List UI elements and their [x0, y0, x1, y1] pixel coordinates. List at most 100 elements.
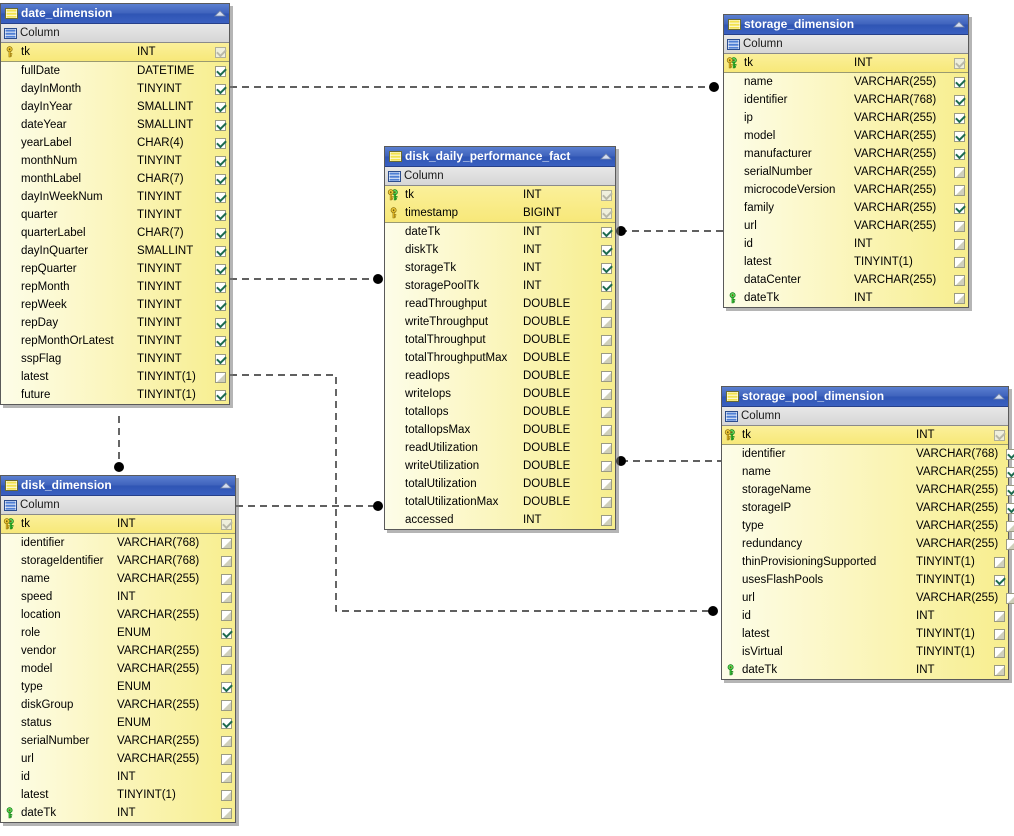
column-row[interactable]: speed INT	[1, 588, 235, 606]
column-row[interactable]: quarterLabel CHAR(7)	[1, 224, 229, 242]
column-checkbox-url[interactable]	[217, 753, 235, 765]
column-row[interactable]: totalUtilizationMax DOUBLE	[385, 493, 615, 511]
column-row[interactable]: url VARCHAR(255)	[724, 217, 968, 235]
column-row[interactable]: quarter TINYINT	[1, 206, 229, 224]
column-checkbox-type[interactable]	[217, 681, 235, 693]
column-row[interactable]: identifier VARCHAR(768)	[1, 534, 235, 552]
table-storage_pool_dimension[interactable]: storage_pool_dimension Column tk INT identif…	[721, 386, 1014, 680]
column-checkbox-diskGroup[interactable]	[217, 699, 235, 711]
column-checkbox-quarterLabel[interactable]	[211, 227, 229, 239]
column-row[interactable]: diskTk INT	[385, 241, 615, 259]
column-row[interactable]: serialNumber VARCHAR(255)	[724, 163, 968, 181]
column-checkbox-repWeek[interactable]	[211, 299, 229, 311]
pk-row[interactable]: tk INT	[385, 186, 615, 204]
column-row[interactable]: thinProvisioningSupported TINYINT(1)	[722, 553, 1008, 571]
column-checkbox-dateTk[interactable]	[217, 807, 235, 819]
column-checkbox-yearLabel[interactable]	[211, 137, 229, 149]
column-row[interactable]: repWeek TINYINT	[1, 296, 229, 314]
collapse-chevron-icon[interactable]	[952, 19, 966, 30]
column-checkbox-tk[interactable]	[990, 429, 1008, 441]
column-checkbox-model[interactable]	[950, 130, 968, 142]
column-checkbox-tk[interactable]	[950, 57, 968, 69]
column-row[interactable]: dataCenter VARCHAR(255)	[724, 271, 968, 289]
column-checkbox-speed[interactable]	[217, 591, 235, 603]
table-date_dimension[interactable]: date_dimension Column tk INT fullDate DATETIM…	[0, 3, 230, 405]
column-checkbox-url[interactable]	[950, 220, 968, 232]
column-checkbox-identifier[interactable]	[1002, 448, 1014, 460]
column-row[interactable]: repMonthOrLatest TINYINT	[1, 332, 229, 350]
column-checkbox-name[interactable]	[950, 76, 968, 88]
column-checkbox-dateTk[interactable]	[597, 226, 615, 238]
column-row[interactable]: location VARCHAR(255)	[1, 606, 235, 624]
column-row[interactable]: isVirtual TINYINT(1)	[722, 643, 1008, 661]
column-row[interactable]: dayInMonth TINYINT	[1, 80, 229, 98]
column-row[interactable]: dateYear SMALLINT	[1, 116, 229, 134]
column-row[interactable]: writeThroughput DOUBLE	[385, 313, 615, 331]
column-row[interactable]: dayInYear SMALLINT	[1, 98, 229, 116]
column-checkbox-type[interactable]	[1002, 520, 1014, 532]
column-row[interactable]: id INT	[1, 768, 235, 786]
column-checkbox-totalUtilizationMax[interactable]	[597, 496, 615, 508]
column-checkbox-latest[interactable]	[950, 256, 968, 268]
column-row[interactable]: repDay TINYINT	[1, 314, 229, 332]
column-checkbox-readIops[interactable]	[597, 370, 615, 382]
column-checkbox-family[interactable]	[950, 202, 968, 214]
column-checkbox-readThroughput[interactable]	[597, 298, 615, 310]
column-checkbox-repMonth[interactable]	[211, 281, 229, 293]
column-checkbox-sspFlag[interactable]	[211, 353, 229, 365]
column-row[interactable]: role ENUM	[1, 624, 235, 642]
column-checkbox-serialNumber[interactable]	[950, 166, 968, 178]
column-row[interactable]: model VARCHAR(255)	[1, 660, 235, 678]
column-row[interactable]: totalIops DOUBLE	[385, 403, 615, 421]
column-checkbox-usesFlashPools[interactable]	[990, 574, 1008, 586]
column-row[interactable]: storageName VARCHAR(255)	[722, 481, 1014, 499]
column-row[interactable]: repQuarter TINYINT	[1, 260, 229, 278]
column-checkbox-identifier[interactable]	[217, 537, 235, 549]
column-row[interactable]: model VARCHAR(255)	[724, 127, 968, 145]
column-row[interactable]: status ENUM	[1, 714, 235, 732]
column-row[interactable]: family VARCHAR(255)	[724, 199, 968, 217]
column-row[interactable]: writeUtilization DOUBLE	[385, 457, 615, 475]
table-title-bar-storage_dimension[interactable]: storage_dimension	[724, 15, 968, 35]
column-checkbox-serialNumber[interactable]	[217, 735, 235, 747]
column-checkbox-dayInMonth[interactable]	[211, 83, 229, 95]
column-row[interactable]: totalThroughputMax DOUBLE	[385, 349, 615, 367]
column-row[interactable]: readThroughput DOUBLE	[385, 295, 615, 313]
column-checkbox-tk[interactable]	[597, 189, 615, 201]
column-row[interactable]: serialNumber VARCHAR(255)	[1, 732, 235, 750]
column-checkbox-manufacturer[interactable]	[950, 148, 968, 160]
table-storage_dimension[interactable]: storage_dimension Column tk INT name VARCHAR(…	[723, 14, 969, 308]
collapse-chevron-icon[interactable]	[992, 391, 1006, 402]
column-checkbox-repDay[interactable]	[211, 317, 229, 329]
column-row[interactable]: accessed INT	[385, 511, 615, 529]
column-checkbox-id[interactable]	[950, 238, 968, 250]
column-checkbox-identifier[interactable]	[950, 94, 968, 106]
column-row[interactable]: id INT	[724, 235, 968, 253]
column-row[interactable]: storagePoolTk INT	[385, 277, 615, 295]
column-row[interactable]: readUtilization DOUBLE	[385, 439, 615, 457]
column-checkbox-writeUtilization[interactable]	[597, 460, 615, 472]
column-row[interactable]: microcodeVersion VARCHAR(255)	[724, 181, 968, 199]
column-checkbox-dayInYear[interactable]	[211, 101, 229, 113]
column-row[interactable]: dateTk INT	[1, 804, 235, 822]
column-row[interactable]: ip VARCHAR(255)	[724, 109, 968, 127]
column-checkbox-future[interactable]	[211, 389, 229, 401]
column-checkbox-writeThroughput[interactable]	[597, 316, 615, 328]
column-row[interactable]: storageIP VARCHAR(255)	[722, 499, 1014, 517]
column-row[interactable]: readIops DOUBLE	[385, 367, 615, 385]
table-disk_daily_performance_fact[interactable]: disk_daily_performance_fact Column tk INT ti…	[384, 146, 616, 530]
column-checkbox-thinProvisioningSupported[interactable]	[990, 556, 1008, 568]
collapse-chevron-icon[interactable]	[599, 151, 613, 162]
column-checkbox-name[interactable]	[1002, 466, 1014, 478]
table-disk_dimension[interactable]: disk_dimension Column tk INT identifier VARCH…	[0, 475, 236, 823]
column-checkbox-storagePoolTk[interactable]	[597, 280, 615, 292]
column-row[interactable]: type VARCHAR(255)	[722, 517, 1014, 535]
column-checkbox-name[interactable]	[217, 573, 235, 585]
column-checkbox-latest[interactable]	[217, 789, 235, 801]
pk-row[interactable]: tk INT	[1, 43, 229, 61]
column-checkbox-timestamp[interactable]	[597, 207, 615, 219]
column-checkbox-storageTk[interactable]	[597, 262, 615, 274]
column-checkbox-storageIdentifier[interactable]	[217, 555, 235, 567]
column-row[interactable]: latest TINYINT(1)	[1, 368, 229, 386]
column-row[interactable]: type ENUM	[1, 678, 235, 696]
